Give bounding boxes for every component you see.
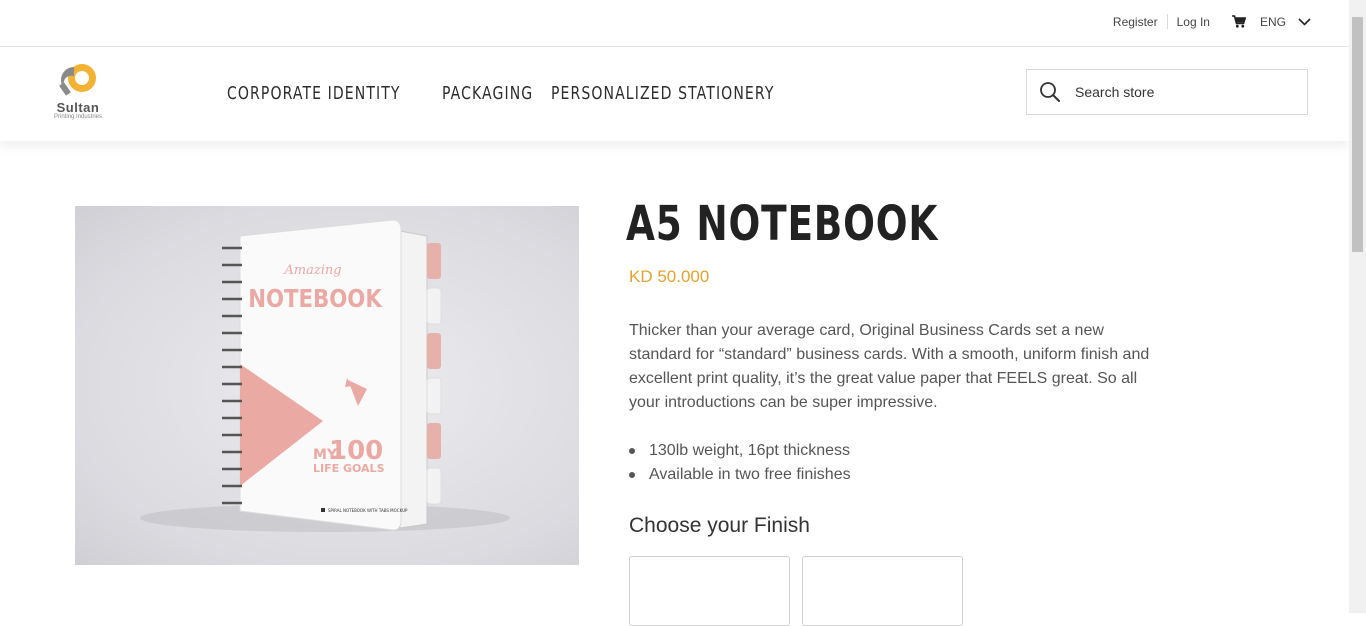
product-image: Amazing NOTEBOOK MY 100 LIFE GOALS SPIRA… [75, 206, 579, 565]
register-link[interactable]: Register [1113, 15, 1158, 29]
cover-script: Amazing [283, 263, 341, 278]
nav-item-corporate-identity[interactable]: CORPORATE IDENTITY [227, 83, 401, 104]
language-selector[interactable]: ENG [1260, 15, 1311, 29]
page-scrollbar[interactable] [1349, 0, 1366, 613]
login-link[interactable]: Log In [1177, 15, 1210, 29]
nav-item-personalized-stationery[interactable]: PERSONALIZED STATIONERY [551, 83, 774, 104]
product-description: Thicker than your average card, Original… [629, 322, 1150, 411]
product-price: KD 50.000 [629, 267, 710, 286]
main-nav: CORPORATE IDENTITY PACKAGING PERSONALIZE… [227, 83, 791, 104]
cover-goals: LIFE GOALS [313, 462, 385, 475]
product-title: A5 NOTEBOOK [626, 196, 939, 252]
chevron-down-icon [1298, 17, 1311, 26]
feature-list: 130lb weight, 16pt thickness Available i… [629, 439, 851, 487]
main-header: Sultan Printing Industries CORPORATE IDE… [0, 47, 1349, 141]
search-input[interactable] [1073, 83, 1297, 101]
search-icon[interactable] [1039, 81, 1061, 103]
top-bar: Register Log In ENG [0, 0, 1349, 47]
finish-option-1[interactable] [629, 556, 790, 626]
scrollbar-thumb[interactable] [1352, 17, 1363, 252]
cover-title: NOTEBOOK [248, 284, 383, 313]
nav-item-packaging[interactable]: PACKAGING [442, 83, 533, 104]
top-links: Register Log In ENG [1113, 14, 1311, 29]
language-label: ENG [1259, 14, 1286, 29]
list-item: Available in two free finishes [629, 463, 851, 487]
logo-tagline: Printing Industries [53, 114, 103, 120]
logo-name: Sultan [56, 100, 100, 115]
finish-option-2[interactable] [802, 556, 963, 626]
finish-heading: Choose your Finish [629, 514, 810, 537]
cart-icon[interactable] [1231, 15, 1246, 28]
list-item: 130lb weight, 16pt thickness [629, 439, 851, 463]
logo[interactable]: Sultan Printing Industries [50, 61, 110, 125]
divider [1166, 14, 1168, 29]
cover-footer: SPIRAL NOTEBOOK WITH TABS MOCKUP [328, 508, 408, 513]
notebook-illustration: Amazing NOTEBOOK MY 100 LIFE GOALS SPIRA… [140, 219, 510, 532]
search-box [1026, 69, 1308, 115]
logo-mark-icon [59, 64, 96, 96]
